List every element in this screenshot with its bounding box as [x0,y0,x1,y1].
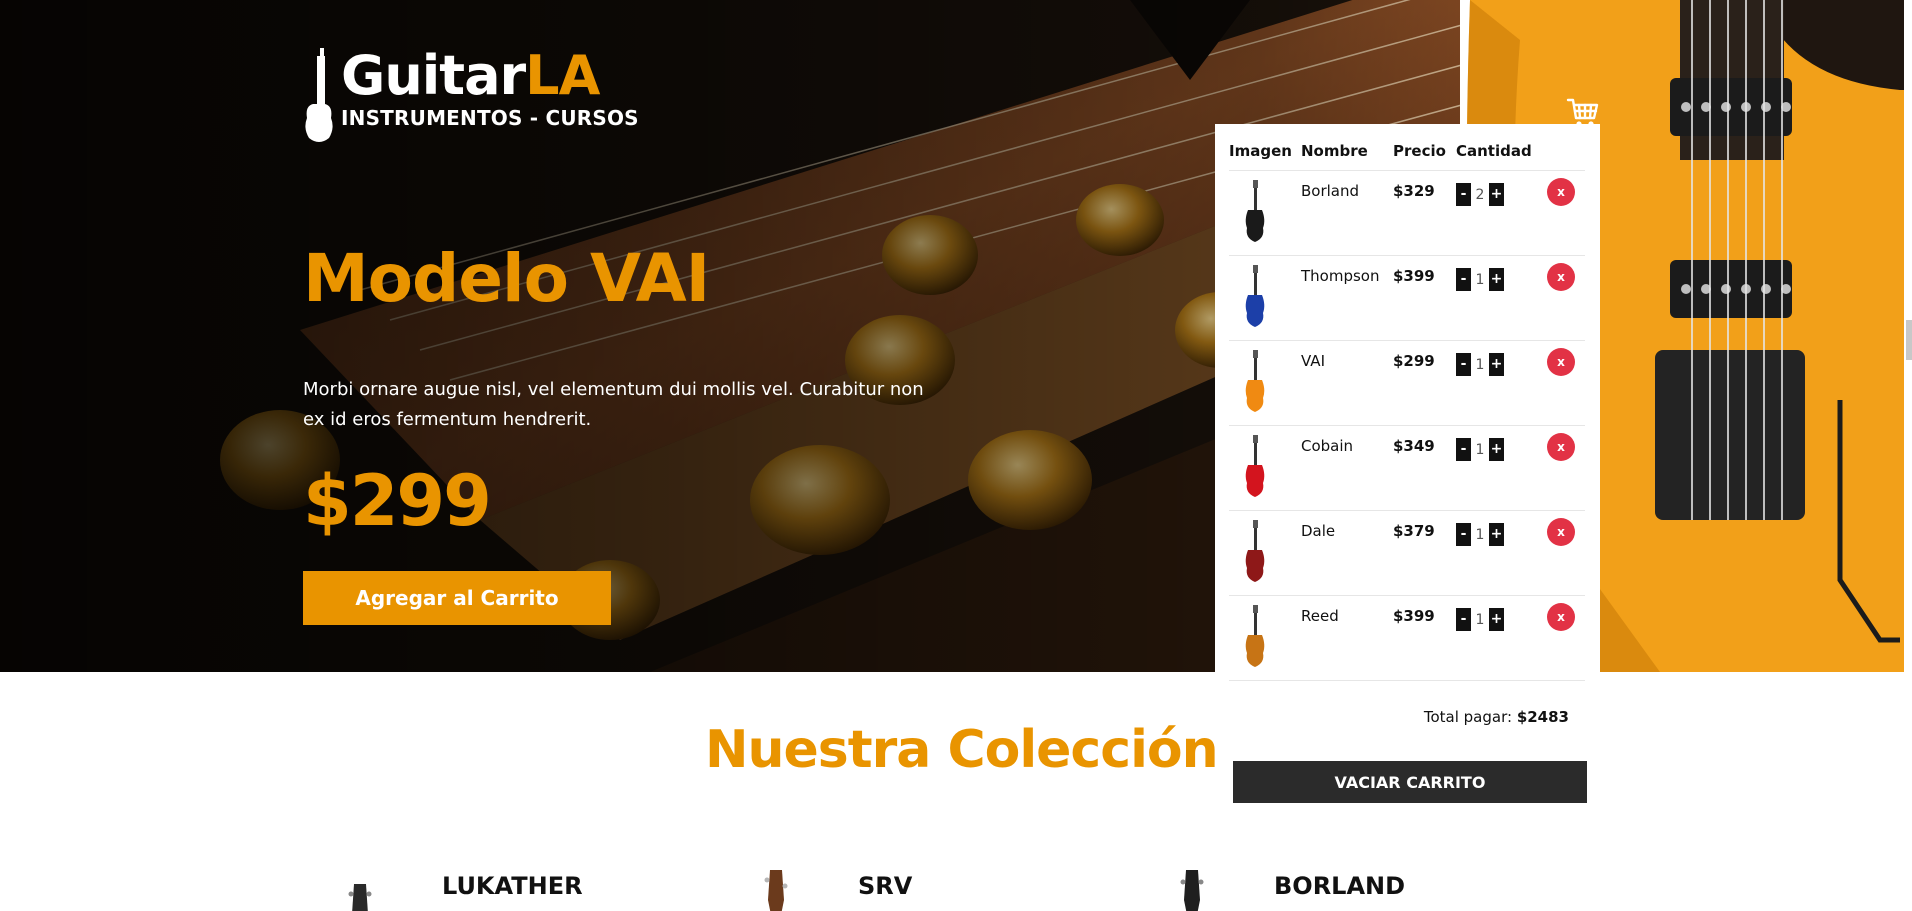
guitar-logo-icon [305,48,333,142]
decrease-quantity-button[interactable]: - [1456,353,1471,376]
clear-cart-button[interactable]: VACIAR CARRITO [1233,761,1587,803]
remove-item-button[interactable]: x [1547,348,1575,376]
cart-column-name: Nombre [1301,142,1393,171]
quantity-stepper: -1 + [1456,438,1539,461]
remove-item-button[interactable]: x [1547,178,1575,206]
cart-total-label: Total pagar: [1423,708,1513,726]
quantity-value: 2 [1475,186,1485,203]
guitar-body [1245,295,1265,327]
quantity-stepper: -2 + [1456,183,1539,206]
increase-quantity-button[interactable]: + [1489,608,1504,631]
cart-row: Thompson $399 -1 + x [1229,255,1585,341]
guitar-headstock-thumbnail [764,870,788,911]
hero-description: Morbi ornare augue nisl, vel elementum d… [303,379,924,430]
quantity-value: 1 [1475,271,1485,288]
logo-tagline: INSTRUMENTOS - CURSOS [341,106,639,130]
hero-title: Modelo VAI [303,240,710,317]
cart-dropdown: Imagen Nombre Precio Cantidad Borland $3… [1215,124,1600,726]
guitar-body [1245,465,1265,497]
guitar-body [1245,210,1265,242]
cart-item-price: $379 [1393,510,1456,596]
site-logo[interactable]: GuitarLA INSTRUMENTOS - CURSOS [303,48,639,144]
hero-section: GuitarLA INSTRUMENTOS - CURSOS Modelo VA… [0,0,1912,672]
product-name: SRV [858,872,913,900]
guitar-thumbnail [1245,265,1265,327]
decrease-quantity-button[interactable]: - [1456,438,1471,461]
cart-item-name: Cobain [1301,425,1393,511]
cart-column-price: Precio [1393,142,1456,171]
logo-brand-accent: LA [525,44,600,107]
cart-item-name: Reed [1301,595,1393,681]
cart-table-header-row: Imagen Nombre Precio Cantidad [1229,142,1585,171]
guitar-body [1245,380,1265,412]
cart-row: Borland $329 -2 + x [1229,170,1585,256]
cart-column-image: Imagen [1229,142,1301,171]
cart-item-name: VAI [1301,340,1393,426]
quantity-stepper: -1 + [1456,523,1539,546]
cart-item-price: $299 [1393,340,1456,426]
cart-item-price: $349 [1393,425,1456,511]
product-name: BORLAND [1274,872,1406,900]
cart-total: Total pagar: $2483 [1424,708,1569,726]
cart-row: Cobain $349 -1 + x [1229,425,1585,511]
guitar-body [1245,550,1265,582]
remove-item-button[interactable]: x [1547,603,1575,631]
cart-item-price: $329 [1393,170,1456,256]
guitar-thumbnail [1245,350,1265,412]
logo-wordmark: GuitarLA [341,48,639,104]
guitar-thumbnail [1245,180,1265,242]
cart-total-value: $2483 [1516,708,1569,726]
increase-quantity-button[interactable]: + [1489,268,1504,291]
guitar-headstock-thumbnail [1180,870,1204,911]
cart-row: Dale $379 -1 + x [1229,510,1585,596]
cart-item-name: Dale [1301,510,1393,596]
increase-quantity-button[interactable]: + [1489,353,1504,376]
cart-item-name: Borland [1301,170,1393,256]
increase-quantity-button[interactable]: + [1489,523,1504,546]
quantity-value: 1 [1475,441,1485,458]
quantity-value: 1 [1475,356,1485,373]
cart-item-price: $399 [1393,595,1456,681]
increase-quantity-button[interactable]: + [1489,438,1504,461]
cart-item-price: $399 [1393,255,1456,341]
quantity-stepper: -1 + [1456,268,1539,291]
cart-column-quantity: Cantidad [1456,142,1539,171]
guitar-thumbnail [1245,605,1265,667]
remove-item-button[interactable]: x [1547,433,1575,461]
cart-row: Reed $399 -1 + x [1229,595,1585,681]
guitar-thumbnail [1245,520,1265,582]
cart-column-actions [1539,142,1585,171]
logo-brand-main: Guitar [341,44,526,107]
decrease-quantity-button[interactable]: - [1456,608,1471,631]
remove-item-button[interactable]: x [1547,518,1575,546]
guitar-headstock-thumbnail [348,884,372,911]
guitar-body [1245,635,1265,667]
increase-quantity-button[interactable]: + [1489,183,1504,206]
product-name: LUKATHER [442,872,583,900]
remove-item-button[interactable]: x [1547,263,1575,291]
decrease-quantity-button[interactable]: - [1456,523,1471,546]
quantity-stepper: -1 + [1456,608,1539,631]
decrease-quantity-button[interactable]: - [1456,183,1471,206]
guitar-thumbnail [1245,435,1265,497]
collection-title: Nuestra Colección [705,720,1219,780]
hero-price: $299 [303,460,492,542]
decrease-quantity-button[interactable]: - [1456,268,1471,291]
quantity-value: 1 [1475,526,1485,543]
cart-row: VAI $299 -1 + x [1229,340,1585,426]
add-to-cart-button[interactable]: Agregar al Carrito [303,571,611,625]
quantity-stepper: -1 + [1456,353,1539,376]
cart-table: Imagen Nombre Precio Cantidad Borland $3… [1229,142,1585,681]
cart-item-name: Thompson [1301,255,1393,341]
quantity-value: 1 [1475,611,1485,628]
